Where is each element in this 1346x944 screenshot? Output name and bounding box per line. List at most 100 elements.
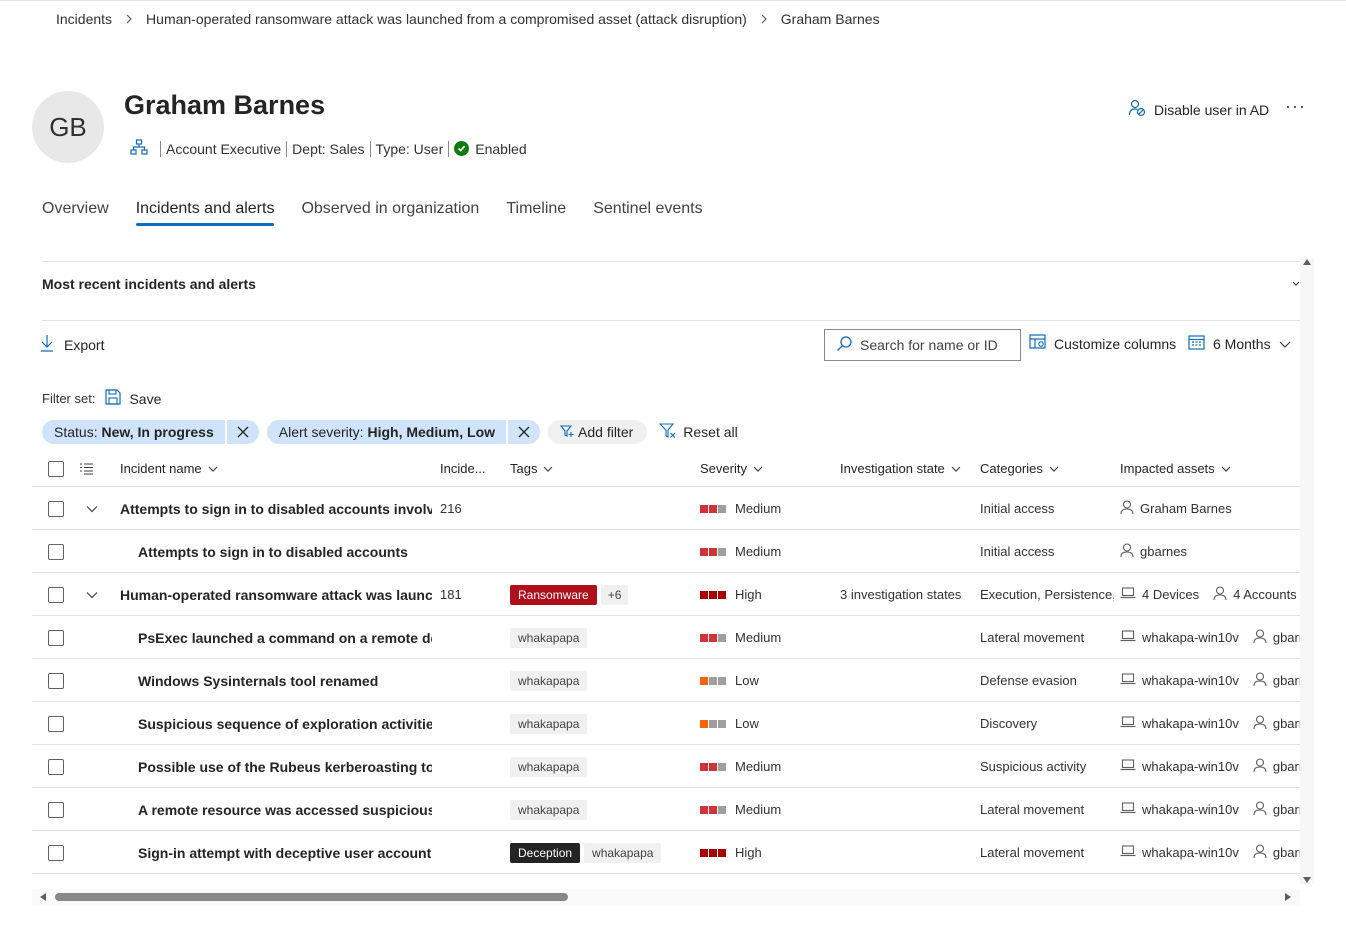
col-investigation-state[interactable]: Investigation state (840, 450, 961, 487)
severity-label: Medium (735, 802, 782, 817)
row-checkbox[interactable] (48, 831, 64, 874)
search-input[interactable] (860, 337, 1010, 353)
impacted-asset[interactable]: gbarne (1253, 671, 1300, 690)
col-severity[interactable]: Severity (700, 450, 763, 487)
table-row[interactable]: A remote resource was accessed suspiciou… (32, 788, 1300, 831)
customize-columns-button[interactable]: Customize columns (1029, 334, 1176, 353)
severity-indicator (700, 802, 727, 817)
row-checkbox[interactable] (48, 745, 64, 788)
impacted-asset[interactable]: whakapa-win10v (1120, 802, 1239, 817)
impacted-asset[interactable]: whakapa-win10v (1120, 759, 1239, 774)
impacted-asset[interactable]: gbarne (1253, 714, 1300, 733)
dismiss-icon[interactable] (506, 420, 540, 444)
col-impacted-assets[interactable]: Impacted assets (1120, 450, 1231, 487)
tab-timeline[interactable]: Timeline (506, 200, 566, 226)
impacted-asset[interactable]: whakapa-win10v (1120, 630, 1239, 645)
row-checkbox[interactable] (48, 616, 64, 659)
impacted-assets-cell: gbarnes (1120, 530, 1300, 573)
row-checkbox[interactable] (48, 487, 64, 530)
impacted-asset[interactable]: Graham Barnes (1120, 499, 1232, 518)
save-filter-button[interactable]: Save (105, 389, 161, 408)
impacted-asset[interactable]: gbarne (1253, 843, 1300, 862)
breadcrumb-incident[interactable]: Human-operated ransomware attack was lau… (146, 11, 747, 27)
dismiss-icon[interactable] (224, 420, 259, 444)
incident-name[interactable]: Attempts to sign in to disabled accounts… (120, 487, 432, 530)
org-chart-icon[interactable] (130, 139, 148, 158)
asset-label: 4 Accounts (1233, 587, 1297, 602)
chip-value: New, In progress (101, 424, 214, 440)
breadcrumb-incidents[interactable]: Incidents (56, 11, 112, 27)
impacted-asset[interactable]: whakapa-win10v (1120, 845, 1239, 860)
table-row[interactable]: PsExec launched a command on a remote de… (32, 616, 1300, 659)
filter-chip-severity[interactable]: Alert severity: High, Medium, Low (266, 420, 541, 444)
add-filter-button[interactable]: Add filter (548, 420, 648, 444)
table-row[interactable]: Suspicious sequence of exploration activ… (32, 702, 1300, 745)
impacted-asset[interactable]: 4 Accounts (1213, 585, 1297, 604)
incident-name[interactable]: Attempts to sign in to disabled accounts (138, 530, 408, 573)
col-incident-name[interactable]: Incident name (120, 450, 218, 487)
col-categories[interactable]: Categories (980, 450, 1059, 487)
tag: whakapapa (510, 756, 588, 777)
table-row[interactable]: Attempts to sign in to disabled accounts… (32, 487, 1300, 530)
incident-name[interactable]: A remote resource was accessed suspiciou… (138, 788, 432, 831)
table-header: Incident name Incide... Tags Severity In… (32, 450, 1300, 487)
incident-name[interactable]: Suspicious sequence of exploration activ… (138, 702, 432, 745)
download-icon (40, 334, 54, 355)
vertical-scrollbar[interactable] (1300, 258, 1314, 884)
table-row[interactable]: Human-operated ransomware attack was lau… (32, 573, 1300, 616)
horizontal-scrollbar[interactable] (32, 889, 1300, 905)
chevron-down-icon (208, 466, 218, 472)
impacted-asset[interactable]: gbarne (1253, 800, 1300, 819)
incident-name[interactable]: Sign-in attempt with deceptive user acco… (138, 831, 431, 874)
col-incident-id[interactable]: Incide... (440, 450, 486, 487)
col-label: Tags (510, 461, 538, 476)
col-label: Incide... (440, 461, 486, 476)
tab-overview[interactable]: Overview (42, 200, 109, 226)
severity-cell: Low (700, 702, 759, 745)
incident-name[interactable]: Windows Sysinternals tool renamed (138, 659, 378, 702)
export-button[interactable]: Export (40, 334, 104, 355)
impacted-asset[interactable]: whakapa-win10v (1120, 673, 1239, 688)
tab-observed[interactable]: Observed in organization (301, 200, 479, 226)
chevron-down-icon[interactable] (86, 573, 98, 616)
investigation-state: 3 investigation states (840, 587, 962, 602)
incident-name[interactable]: PsExec launched a command on a remote de… (138, 616, 432, 659)
row-checkbox[interactable] (48, 659, 64, 702)
table-row[interactable]: Attempts to sign in to disabled accounts… (32, 530, 1300, 573)
severity-cell: Medium (700, 788, 781, 831)
row-checkbox[interactable] (48, 788, 64, 831)
search-box[interactable] (824, 329, 1021, 361)
row-checkbox[interactable] (48, 702, 64, 745)
impacted-asset[interactable]: gbarnes (1120, 542, 1187, 561)
impacted-asset[interactable]: 4 Devices (1120, 587, 1199, 602)
tab-sentinel-events[interactable]: Sentinel events (593, 200, 702, 226)
chevron-right-icon (757, 12, 771, 26)
row-checkbox[interactable] (48, 573, 64, 616)
horizontal-scroll-thumb[interactable] (55, 893, 568, 901)
impacted-assets-cell: whakapa-win10v gbarne (1120, 788, 1300, 831)
impacted-asset[interactable]: whakapa-win10v (1120, 716, 1239, 731)
chip-key: Alert severity: (278, 424, 368, 440)
asset-label: gbarne (1272, 845, 1300, 860)
table-row[interactable]: Possible use of the Rubeus kerberoasting… (32, 745, 1300, 788)
breadcrumb-current: Graham Barnes (780, 11, 880, 27)
tab-incidents-alerts[interactable]: Incidents and alerts (135, 200, 274, 226)
filter-chip-status[interactable]: Status: New, In progress (42, 420, 259, 444)
col-tags[interactable]: Tags (510, 450, 553, 487)
disable-user-button[interactable]: Disable user in AD (1128, 99, 1269, 120)
impacted-asset[interactable]: gbarne (1253, 628, 1300, 647)
table-row[interactable]: Sign-in attempt with deceptive user acco… (32, 831, 1300, 874)
incident-name[interactable]: Human-operated ransomware attack was lau… (120, 573, 432, 616)
list-icon[interactable] (80, 450, 93, 487)
select-all-checkbox[interactable] (48, 450, 64, 487)
reset-filters-button[interactable]: Reset all (658, 422, 738, 442)
more-actions-button[interactable]: ··· (1285, 96, 1306, 117)
time-range-dropdown[interactable]: 6 Months (1188, 334, 1291, 353)
severity-label: Low (735, 673, 759, 688)
table-row[interactable]: Windows Sysinternals tool renamed whakapa… (32, 659, 1300, 702)
impacted-asset[interactable]: gbarne (1253, 757, 1300, 776)
row-checkbox[interactable] (48, 530, 64, 573)
chevron-down-icon[interactable] (86, 487, 98, 530)
incident-name[interactable]: Possible use of the Rubeus kerberoasting… (138, 745, 432, 788)
tags-cell: whakapapa (510, 616, 591, 659)
